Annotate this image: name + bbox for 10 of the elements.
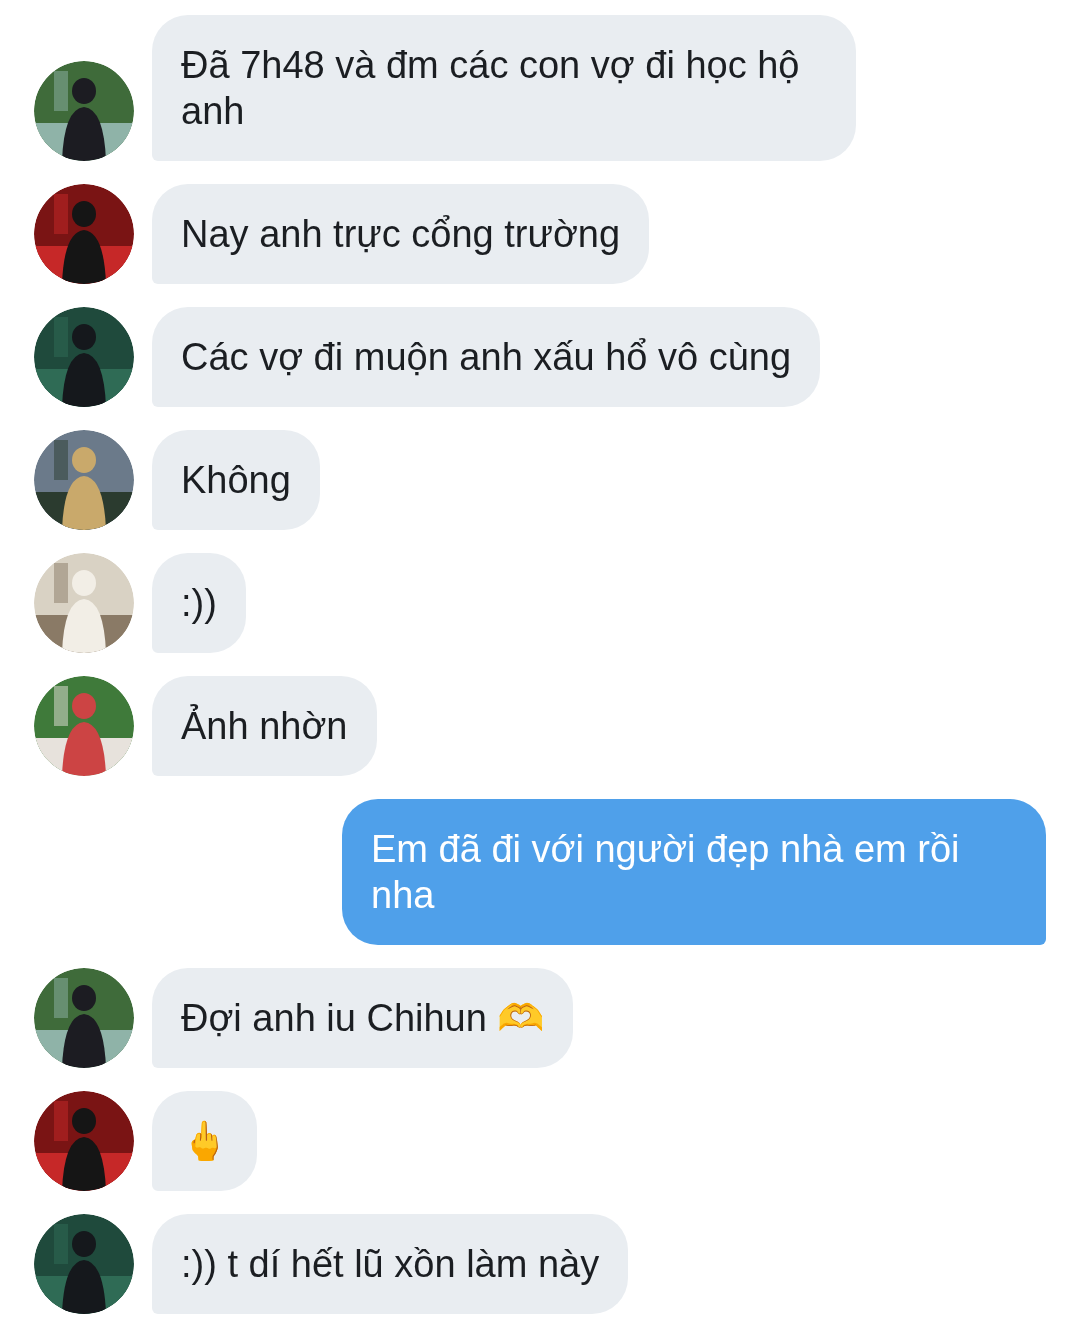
received-message: Không	[152, 430, 320, 530]
received-message: Đợi anh iu Chihun 🫶	[152, 968, 574, 1068]
received-message: Ảnh nhờn	[152, 676, 377, 776]
received-message: 🖕	[152, 1091, 257, 1191]
received-message: :))	[152, 553, 246, 653]
received-message: Các vợ đi muộn anh xấu hổ vô cùng	[152, 307, 821, 407]
received-message: Đã 7h48 và đm các con vợ đi học hộ anh	[152, 15, 856, 161]
received-message: :)) t dí hết lũ xồn làm này	[152, 1214, 629, 1314]
received-message: Nay anh trực cổng trường	[152, 184, 650, 284]
sent-message: Em đã đi với người đẹp nhà em rồi nha	[342, 799, 1046, 945]
